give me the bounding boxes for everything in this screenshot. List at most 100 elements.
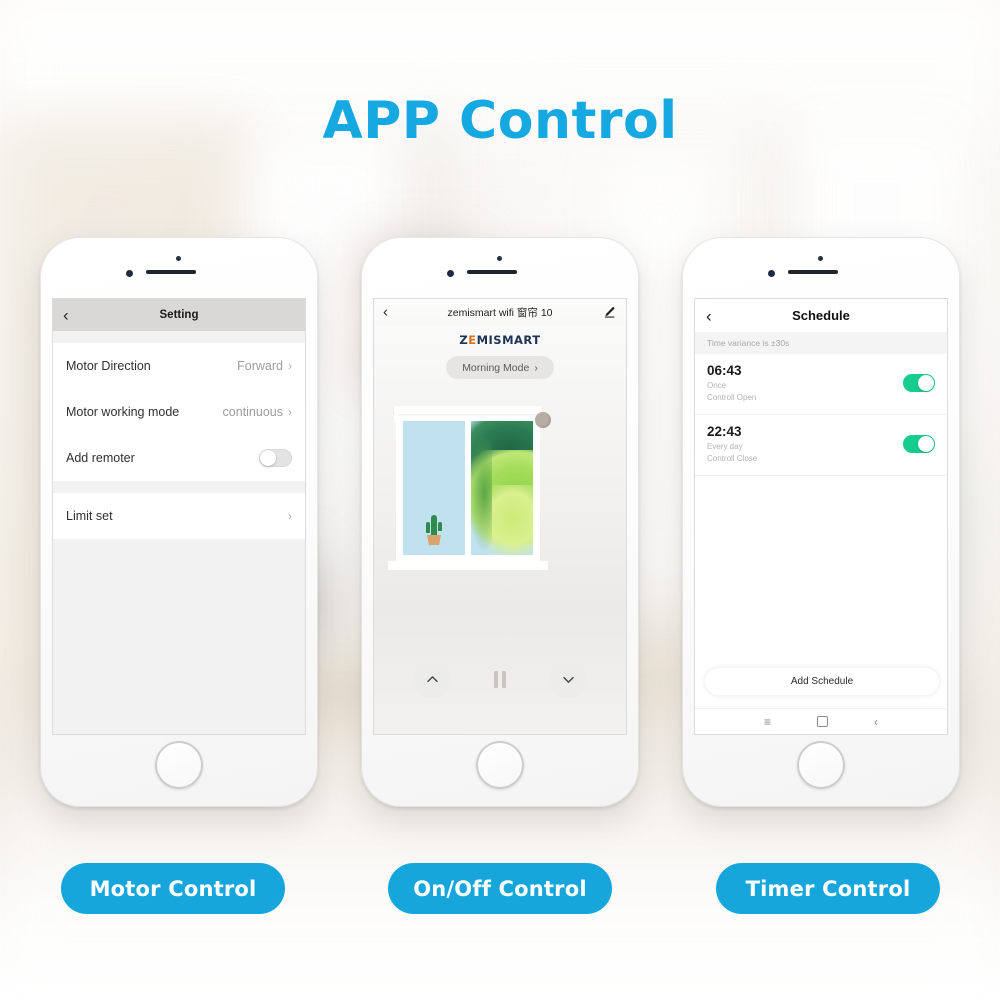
row-add-remoter[interactable]: Add remoter	[53, 435, 305, 481]
schedule-repeat: Every day	[707, 441, 743, 451]
brand-accent-letter: E	[468, 333, 477, 347]
proximity-sensor-icon	[497, 256, 502, 261]
caption-motor-control: Motor Control	[61, 863, 285, 914]
schedule-info: 22:43 Every day Controll Close	[707, 424, 757, 465]
chevron-right-icon: ›	[288, 509, 292, 523]
page-title: APP Control	[322, 91, 678, 151]
chevron-left-icon[interactable]: ‹	[706, 307, 712, 324]
chevron-left-icon[interactable]: ‹	[383, 305, 388, 320]
brand-prefix: Z	[459, 333, 469, 347]
settings-group-primary: Motor Direction Forward › Motor working …	[53, 343, 305, 481]
time-variance-note: Time variance is ±30s	[695, 332, 947, 354]
home-button[interactable]	[476, 741, 524, 789]
schedule-action: Controll Close	[707, 453, 758, 463]
device-control-screen: ‹ zemismart wifi 窗帘 10 ZEMISMART Morning…	[374, 299, 626, 734]
phone-top-bezel	[361, 237, 639, 297]
window-sill	[388, 561, 548, 570]
pause-icon	[494, 670, 506, 688]
chevron-right-icon: ›	[288, 359, 292, 373]
settings-group-secondary: Limit set ›	[53, 493, 305, 539]
schedule-screen: ‹ Schedule Time variance is ±30s 06:43 O…	[695, 299, 947, 734]
row-label: Limit set	[66, 509, 113, 523]
promo-banner: APP Control ‹ Setting Motor Direction Fo…	[0, 0, 1000, 1000]
window-mullion	[465, 421, 471, 555]
phone-top-bezel	[682, 237, 960, 297]
schedule-action: Controll Open	[707, 392, 757, 402]
home-button[interactable]	[155, 741, 203, 789]
device-title: zemismart wifi 窗帘 10	[447, 306, 553, 319]
proximity-sensor-icon	[176, 256, 181, 261]
phone1-screen: ‹ Setting Motor Direction Forward › Moto…	[52, 298, 306, 735]
mode-label: Morning Mode	[462, 361, 530, 374]
page-title: Setting	[159, 309, 199, 321]
chevron-right-icon: ›	[288, 405, 292, 419]
row-value: Forward	[237, 359, 283, 373]
row-motor-direction[interactable]: Motor Direction Forward ›	[53, 343, 305, 389]
phone-onoff-control: ‹ zemismart wifi 窗帘 10 ZEMISMART Morning…	[361, 237, 639, 807]
device-header: ‹ zemismart wifi 窗帘 10	[374, 299, 626, 325]
brand-suffix: MISMART	[476, 333, 541, 347]
curtain-rail-end	[394, 414, 398, 423]
window-pane-right	[470, 421, 533, 555]
chevron-right-icon: ›	[534, 361, 538, 374]
phone3-screen: ‹ Schedule Time variance is ±30s 06:43 O…	[694, 298, 948, 735]
close-down-button[interactable]	[549, 660, 587, 698]
schedule-info: 06:43 Once Controll Open	[707, 363, 756, 404]
proximity-sensor-icon	[818, 256, 823, 261]
window-curtain-illustration	[388, 406, 551, 570]
cactus-arm-left	[426, 522, 430, 533]
schedule-time: 06:43	[707, 363, 742, 378]
schedule-time: 22:43	[707, 423, 742, 439]
pencil-edit-icon[interactable]	[603, 306, 616, 319]
row-value: continuous	[222, 405, 283, 419]
add-schedule-button[interactable]: Add Schedule	[705, 668, 939, 695]
phone-top-bezel	[40, 237, 318, 297]
row-limit-set[interactable]: Limit set ›	[53, 493, 305, 539]
front-camera-icon	[768, 270, 775, 277]
home-button[interactable]	[797, 741, 845, 789]
cactus-arm-right	[438, 522, 442, 531]
phone-timer-control: ‹ Schedule Time variance is ±30s 06:43 O…	[682, 237, 960, 807]
schedule-header: ‹ Schedule	[695, 299, 947, 332]
open-up-button[interactable]	[413, 660, 451, 698]
toggle-knob	[918, 436, 934, 453]
foliage-edge	[470, 434, 492, 553]
schedule-toggle[interactable]	[903, 374, 935, 393]
schedule-row-1[interactable]: 06:43 Once Controll Open	[695, 354, 947, 415]
chevron-left-icon[interactable]: ‹	[63, 307, 69, 324]
section-gap	[53, 481, 305, 493]
front-camera-icon	[447, 270, 454, 277]
android-back-icon[interactable]: ‹	[874, 716, 878, 728]
add-remoter-toggle[interactable]	[259, 449, 292, 467]
caption-timer-control: Timer Control	[716, 863, 940, 914]
android-home-icon[interactable]	[816, 716, 828, 727]
schedule-repeat: Once	[707, 380, 727, 390]
curtain-roller-knob	[535, 412, 551, 428]
morning-mode-button[interactable]: Morning Mode ›	[446, 356, 554, 379]
curtain-control-row	[374, 660, 626, 698]
toggle-knob	[918, 375, 934, 392]
cactus-pot	[427, 535, 441, 545]
curtain-rail	[394, 406, 542, 414]
earpiece-speaker	[788, 270, 838, 274]
phone-motor-control: ‹ Setting Motor Direction Forward › Moto…	[40, 237, 318, 807]
row-value-group: Forward ›	[237, 359, 292, 373]
page-title: Schedule	[792, 308, 850, 323]
pause-button[interactable]	[481, 660, 519, 698]
schedule-row-2[interactable]: 22:43 Every day Controll Close	[695, 414, 947, 476]
setting-body: Motor Direction Forward › Motor working …	[53, 331, 305, 734]
row-label: Add remoter	[66, 451, 135, 465]
cactus-body	[431, 515, 437, 537]
earpiece-speaker	[146, 270, 196, 274]
section-gap	[53, 331, 305, 343]
row-value-group: continuous ›	[223, 405, 292, 419]
zemismart-logo: ZEMISMART	[374, 333, 626, 347]
row-label: Motor working mode	[66, 405, 180, 419]
toggle-knob	[260, 450, 276, 466]
row-label: Motor Direction	[66, 359, 151, 373]
schedule-toggle[interactable]	[903, 435, 935, 454]
row-motor-working-mode[interactable]: Motor working mode continuous ›	[53, 389, 305, 435]
front-camera-icon	[126, 270, 133, 277]
android-menu-icon[interactable]: ≡	[764, 716, 771, 728]
caption-onoff-control: On/Off Control	[388, 863, 612, 914]
